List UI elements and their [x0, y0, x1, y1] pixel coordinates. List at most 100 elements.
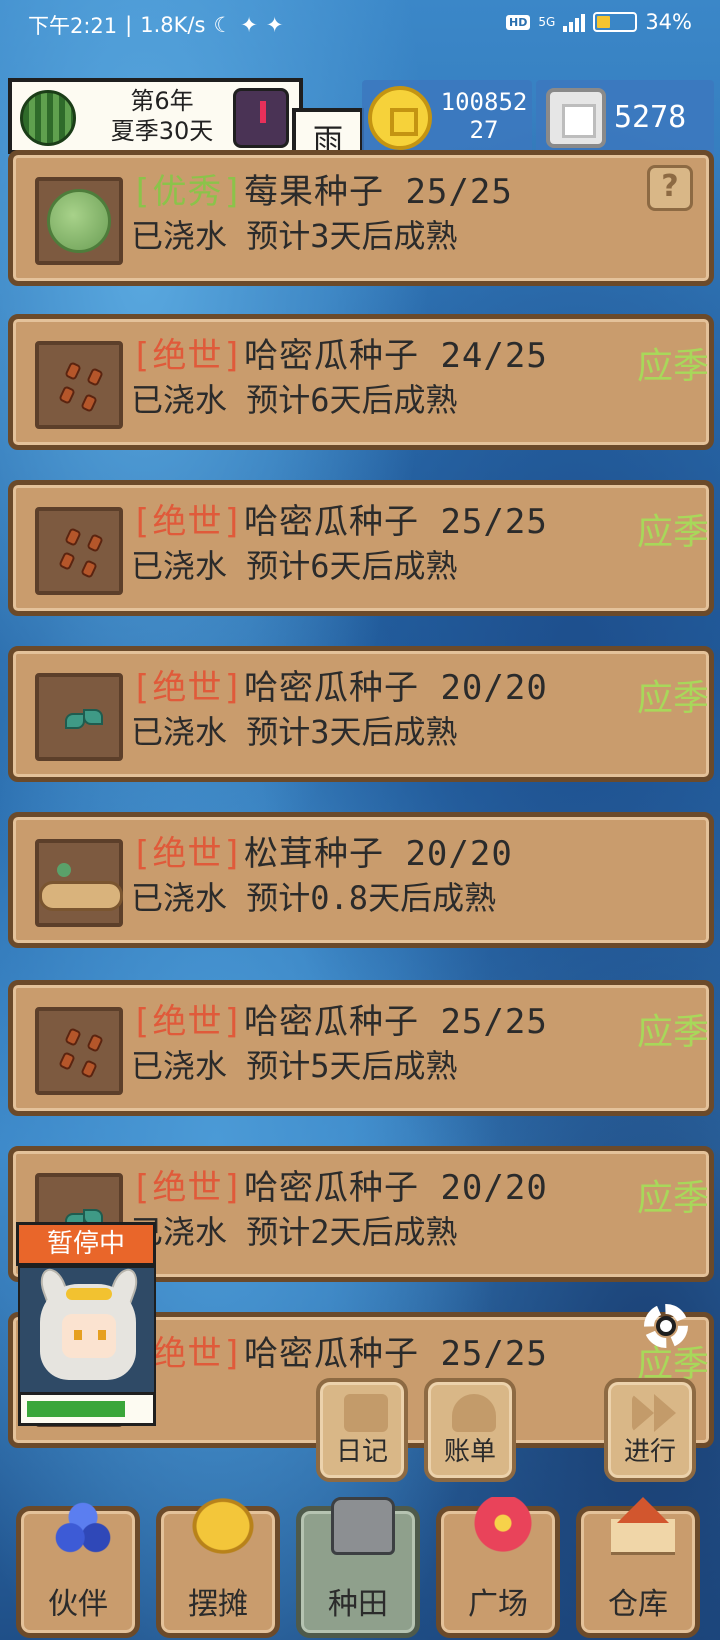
rarity-label: [绝世]: [131, 668, 244, 708]
rarity-label: [绝世]: [131, 336, 244, 376]
seed-count: 24/25: [440, 336, 548, 376]
flower-icon: [471, 1497, 535, 1555]
tab-stall[interactable]: 摆摊: [156, 1497, 280, 1638]
tab-warehouse[interactable]: 仓库: [576, 1497, 700, 1638]
coin-pile-icon: [191, 1497, 255, 1555]
bottom-nav: 伙伴 摆摊 种田 广场 仓库: [0, 1497, 720, 1640]
seed-icon: [64, 1027, 82, 1047]
plot-title: [绝世]哈密瓜种子 25/25: [131, 501, 548, 543]
seed-name: 莓果种子: [243, 172, 384, 212]
tab-plaza[interactable]: 广场: [436, 1497, 560, 1638]
seed-icon: [86, 533, 104, 553]
log-icon: [39, 881, 123, 911]
seed-icon: [86, 1033, 104, 1053]
energy-fill: [27, 1401, 126, 1417]
tab-plaza-label: 广场: [468, 1587, 528, 1622]
seed-count: 25/25: [440, 502, 548, 542]
melon-seeds-icon: [35, 341, 123, 429]
companion-face: [62, 1314, 116, 1358]
tab-farm-label: 种田: [328, 1587, 388, 1622]
plot-status: 已浇水 预计6天后成熟: [131, 547, 458, 585]
seed-icon: [80, 1059, 98, 1079]
mushroom-log-icon: [35, 839, 123, 927]
fast-forward-icon: [632, 1394, 676, 1432]
companion-flower-crown: [66, 1288, 112, 1300]
rarity-label: [绝世]: [131, 1002, 244, 1042]
tab-warehouse-label: 仓库: [608, 1587, 668, 1622]
rarity-label: [绝世]: [131, 502, 244, 542]
seed-name: 哈密瓜种子: [243, 1002, 419, 1042]
sprout-dot-icon: [57, 863, 71, 877]
plot-title: [绝世]松茸种子 20/20: [131, 833, 513, 875]
seed-icon: [64, 527, 82, 547]
plot-status: 已浇水 预计3天后成熟: [131, 217, 458, 255]
seed-icon: [80, 393, 98, 413]
seed-count: 25/25: [405, 172, 513, 212]
seed-count: 25/25: [440, 1334, 548, 1374]
plot-title: [绝世]哈密瓜种子 24/25: [131, 335, 548, 377]
plot-card[interactable]: [绝世]哈密瓜种子 24/25 已浇水 预计6天后成熟 应季: [8, 314, 714, 450]
diary-button[interactable]: 日记: [316, 1378, 408, 1482]
sprout-icon: [35, 673, 123, 761]
seed-name: 哈密瓜种子: [243, 1168, 419, 1208]
proceed-button[interactable]: 进行: [604, 1378, 696, 1482]
in-season-tag: 应季: [636, 678, 709, 719]
plot-title: [绝世]哈密瓜种子 25/25: [131, 1333, 548, 1375]
seed-name: 哈密瓜种子: [243, 668, 419, 708]
plot-status: 已浇水 预计5天后成熟: [131, 1047, 458, 1085]
plot-status: 已浇水 预计2天后成熟: [131, 1213, 458, 1251]
seed-icon: [58, 1051, 76, 1071]
plot-card[interactable]: [绝世]哈密瓜种子 25/25 已浇水 预计6天后成熟 应季: [8, 480, 714, 616]
in-season-tag: 应季: [636, 346, 709, 387]
seed-count: 20/20: [405, 834, 513, 874]
watering-can-icon: [331, 1497, 395, 1555]
proceed-label: 进行: [623, 1437, 676, 1467]
crystal-icon: [51, 1497, 115, 1555]
leaf-icon: [65, 709, 101, 729]
companion-portrait[interactable]: [18, 1265, 156, 1404]
in-season-tag: 应季: [636, 1178, 709, 1219]
seed-name: 哈密瓜种子: [243, 502, 419, 542]
bush-icon: [47, 189, 111, 253]
tab-stall-label: 摆摊: [188, 1587, 248, 1622]
plot-status: 已浇水 预计6天后成熟: [131, 381, 458, 419]
plot-title: [绝世]哈密瓜种子 25/25: [131, 1001, 548, 1043]
melon-seeds-icon: [35, 1007, 123, 1095]
tab-partner-label: 伙伴: [48, 1587, 108, 1622]
seed-name: 哈密瓜种子: [243, 336, 419, 376]
seed-count: 20/20: [440, 1168, 548, 1208]
seed-count: 20/20: [440, 668, 548, 708]
pause-status-label[interactable]: 暂停中: [16, 1222, 156, 1266]
in-season-tag: 应季: [636, 1012, 709, 1053]
plot-card[interactable]: [绝世]哈密瓜种子 25/25 已浇水 预计5天后成熟 应季: [8, 980, 714, 1116]
gear-core: [656, 1316, 676, 1336]
tab-partner[interactable]: 伙伴: [16, 1497, 140, 1638]
rarity-label: [优秀]: [131, 172, 244, 212]
seed-icon: [58, 551, 76, 571]
help-icon[interactable]: ?: [647, 165, 693, 211]
seed-icon: [86, 367, 104, 387]
plot-status: 已浇水 预计0.8天后成熟: [131, 879, 497, 917]
ledger-button[interactable]: 账单: [424, 1378, 516, 1482]
plot-title: [优秀]莓果种子 25/25: [131, 171, 513, 213]
seed-name: 哈密瓜种子: [243, 1334, 419, 1374]
companion-eye: [98, 1330, 106, 1340]
diary-label: 日记: [335, 1437, 388, 1467]
seed-icon: [80, 559, 98, 579]
in-season-tag: 应季: [636, 512, 709, 553]
tab-farm[interactable]: 种田: [296, 1497, 420, 1638]
berry-bush-icon: [35, 177, 123, 265]
trophy-icon: [452, 1394, 496, 1432]
seed-count: 25/25: [440, 1002, 548, 1042]
house-icon: [611, 1497, 675, 1555]
plot-card[interactable]: [绝世]哈密瓜种子 20/20 已浇水 预计3天后成熟 应季: [8, 646, 714, 782]
plot-card[interactable]: [绝世]松茸种子 20/20 已浇水 预计0.8天后成熟: [8, 812, 714, 948]
companion-eye: [74, 1330, 82, 1340]
settings-button[interactable]: [636, 1296, 696, 1356]
rarity-label: [绝世]: [131, 1168, 244, 1208]
plot-card[interactable]: [优秀]莓果种子 25/25 已浇水 预计3天后成熟?: [8, 150, 714, 286]
ledger-label: 账单: [443, 1437, 496, 1467]
seed-icon: [58, 385, 76, 405]
plot-status: 已浇水 预计3天后成熟: [131, 713, 458, 751]
book-icon: [344, 1394, 388, 1432]
